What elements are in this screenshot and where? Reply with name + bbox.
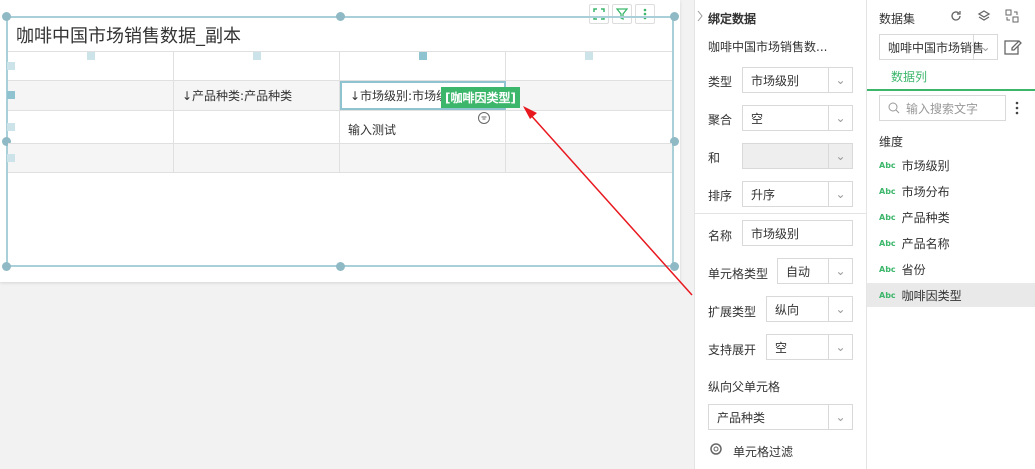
- chevron-down-icon: ⌄: [973, 35, 997, 59]
- search-icon: [888, 102, 900, 114]
- agg-select[interactable]: 空 ⌄: [742, 105, 853, 131]
- tab-indicator: [867, 89, 1035, 91]
- field-item[interactable]: Abc 产品名称: [867, 231, 1035, 255]
- parent-cell-select[interactable]: 产品种类 ⌄: [708, 404, 853, 430]
- support-select[interactable]: 空 ⌄: [766, 334, 853, 360]
- parent-cell-label: 纵向父单元格: [708, 380, 781, 394]
- type-label: 类型: [708, 75, 733, 89]
- expand-select[interactable]: 纵向 ⌄: [766, 296, 853, 322]
- chevron-down-icon: ⌄: [828, 144, 852, 168]
- expand-label: 扩展类型: [708, 305, 757, 319]
- dataset-heading: 数据集: [879, 12, 916, 26]
- text-type-icon: Abc: [879, 238, 896, 248]
- divider: [695, 213, 867, 214]
- chevron-down-icon: ⌄: [828, 106, 852, 130]
- chevron-down-icon: ⌄: [828, 297, 852, 321]
- bind-data-panel: 绑定数据 咖啡中国市场销售数... 类型 市场级别 ⌄ 聚合 空 ⌄ 和 ⌄ 排序 …: [694, 0, 867, 469]
- text-type-icon: Abc: [879, 264, 896, 274]
- more-vertical-icon[interactable]: [1013, 101, 1021, 115]
- field-item[interactable]: Abc 咖啡因类型: [867, 283, 1035, 307]
- chevron-down-icon: ⌄: [828, 335, 852, 359]
- field-item[interactable]: Abc 产品种类: [867, 205, 1035, 229]
- field-item[interactable]: Abc 市场级别: [867, 153, 1035, 177]
- drag-arrow: [523, 106, 693, 296]
- cell-filter-link[interactable]: 单元格过滤: [733, 443, 793, 460]
- celltype-label: 单元格类型: [708, 267, 769, 281]
- agg-label: 聚合: [708, 113, 733, 127]
- field-item[interactable]: Abc 市场分布: [867, 179, 1035, 203]
- switch-icon[interactable]: [1005, 9, 1019, 23]
- sort-select[interactable]: 升序 ⌄: [742, 181, 853, 207]
- panel-heading: 绑定数据: [708, 12, 757, 26]
- collapse-icon[interactable]: [697, 10, 703, 22]
- support-label: 支持展开: [708, 343, 757, 357]
- gear-icon[interactable]: [708, 441, 724, 457]
- dataset-panel: 数据集 咖啡中国市场销售 ⌄ 数据列 输入搜索文字 维度 Abc 市场级别 Abc 市…: [866, 0, 1035, 469]
- text-type-icon: Abc: [879, 186, 896, 196]
- dataset-select[interactable]: 咖啡中国市场销售 ⌄: [879, 34, 998, 60]
- search-input[interactable]: 输入搜索文字: [879, 95, 1006, 121]
- name-input[interactable]: 市场级别: [742, 220, 853, 246]
- name-label: 名称: [708, 229, 733, 243]
- chevron-down-icon: ⌄: [828, 405, 852, 429]
- dataset-name: 咖啡中国市场销售数...: [708, 40, 828, 54]
- chevron-down-icon: ⌄: [828, 68, 852, 92]
- tab-data-columns[interactable]: 数据列: [891, 68, 927, 85]
- text-type-icon: Abc: [879, 160, 896, 170]
- refresh-icon[interactable]: [949, 9, 963, 23]
- sort-label: 排序: [708, 189, 733, 203]
- edit-icon[interactable]: [1004, 38, 1022, 56]
- text-type-icon: Abc: [879, 212, 896, 222]
- chevron-down-icon: ⌄: [828, 259, 852, 283]
- text-type-icon: Abc: [879, 290, 896, 300]
- celltype-select[interactable]: 自动 ⌄: [777, 258, 853, 284]
- field-item[interactable]: Abc 省份: [867, 257, 1035, 281]
- sum-select: ⌄: [742, 143, 853, 169]
- type-select[interactable]: 市场级别 ⌄: [742, 67, 853, 93]
- chevron-down-icon: ⌄: [828, 182, 852, 206]
- sum-label: 和: [708, 151, 721, 165]
- group-dimension: 维度: [879, 135, 904, 149]
- layers-icon[interactable]: [977, 9, 991, 23]
- report-canvas: 咖啡中国市场销售数据_副本 ↓产品种类:产品种类 ↓市场级别:市场级别 输入测试…: [0, 0, 694, 469]
